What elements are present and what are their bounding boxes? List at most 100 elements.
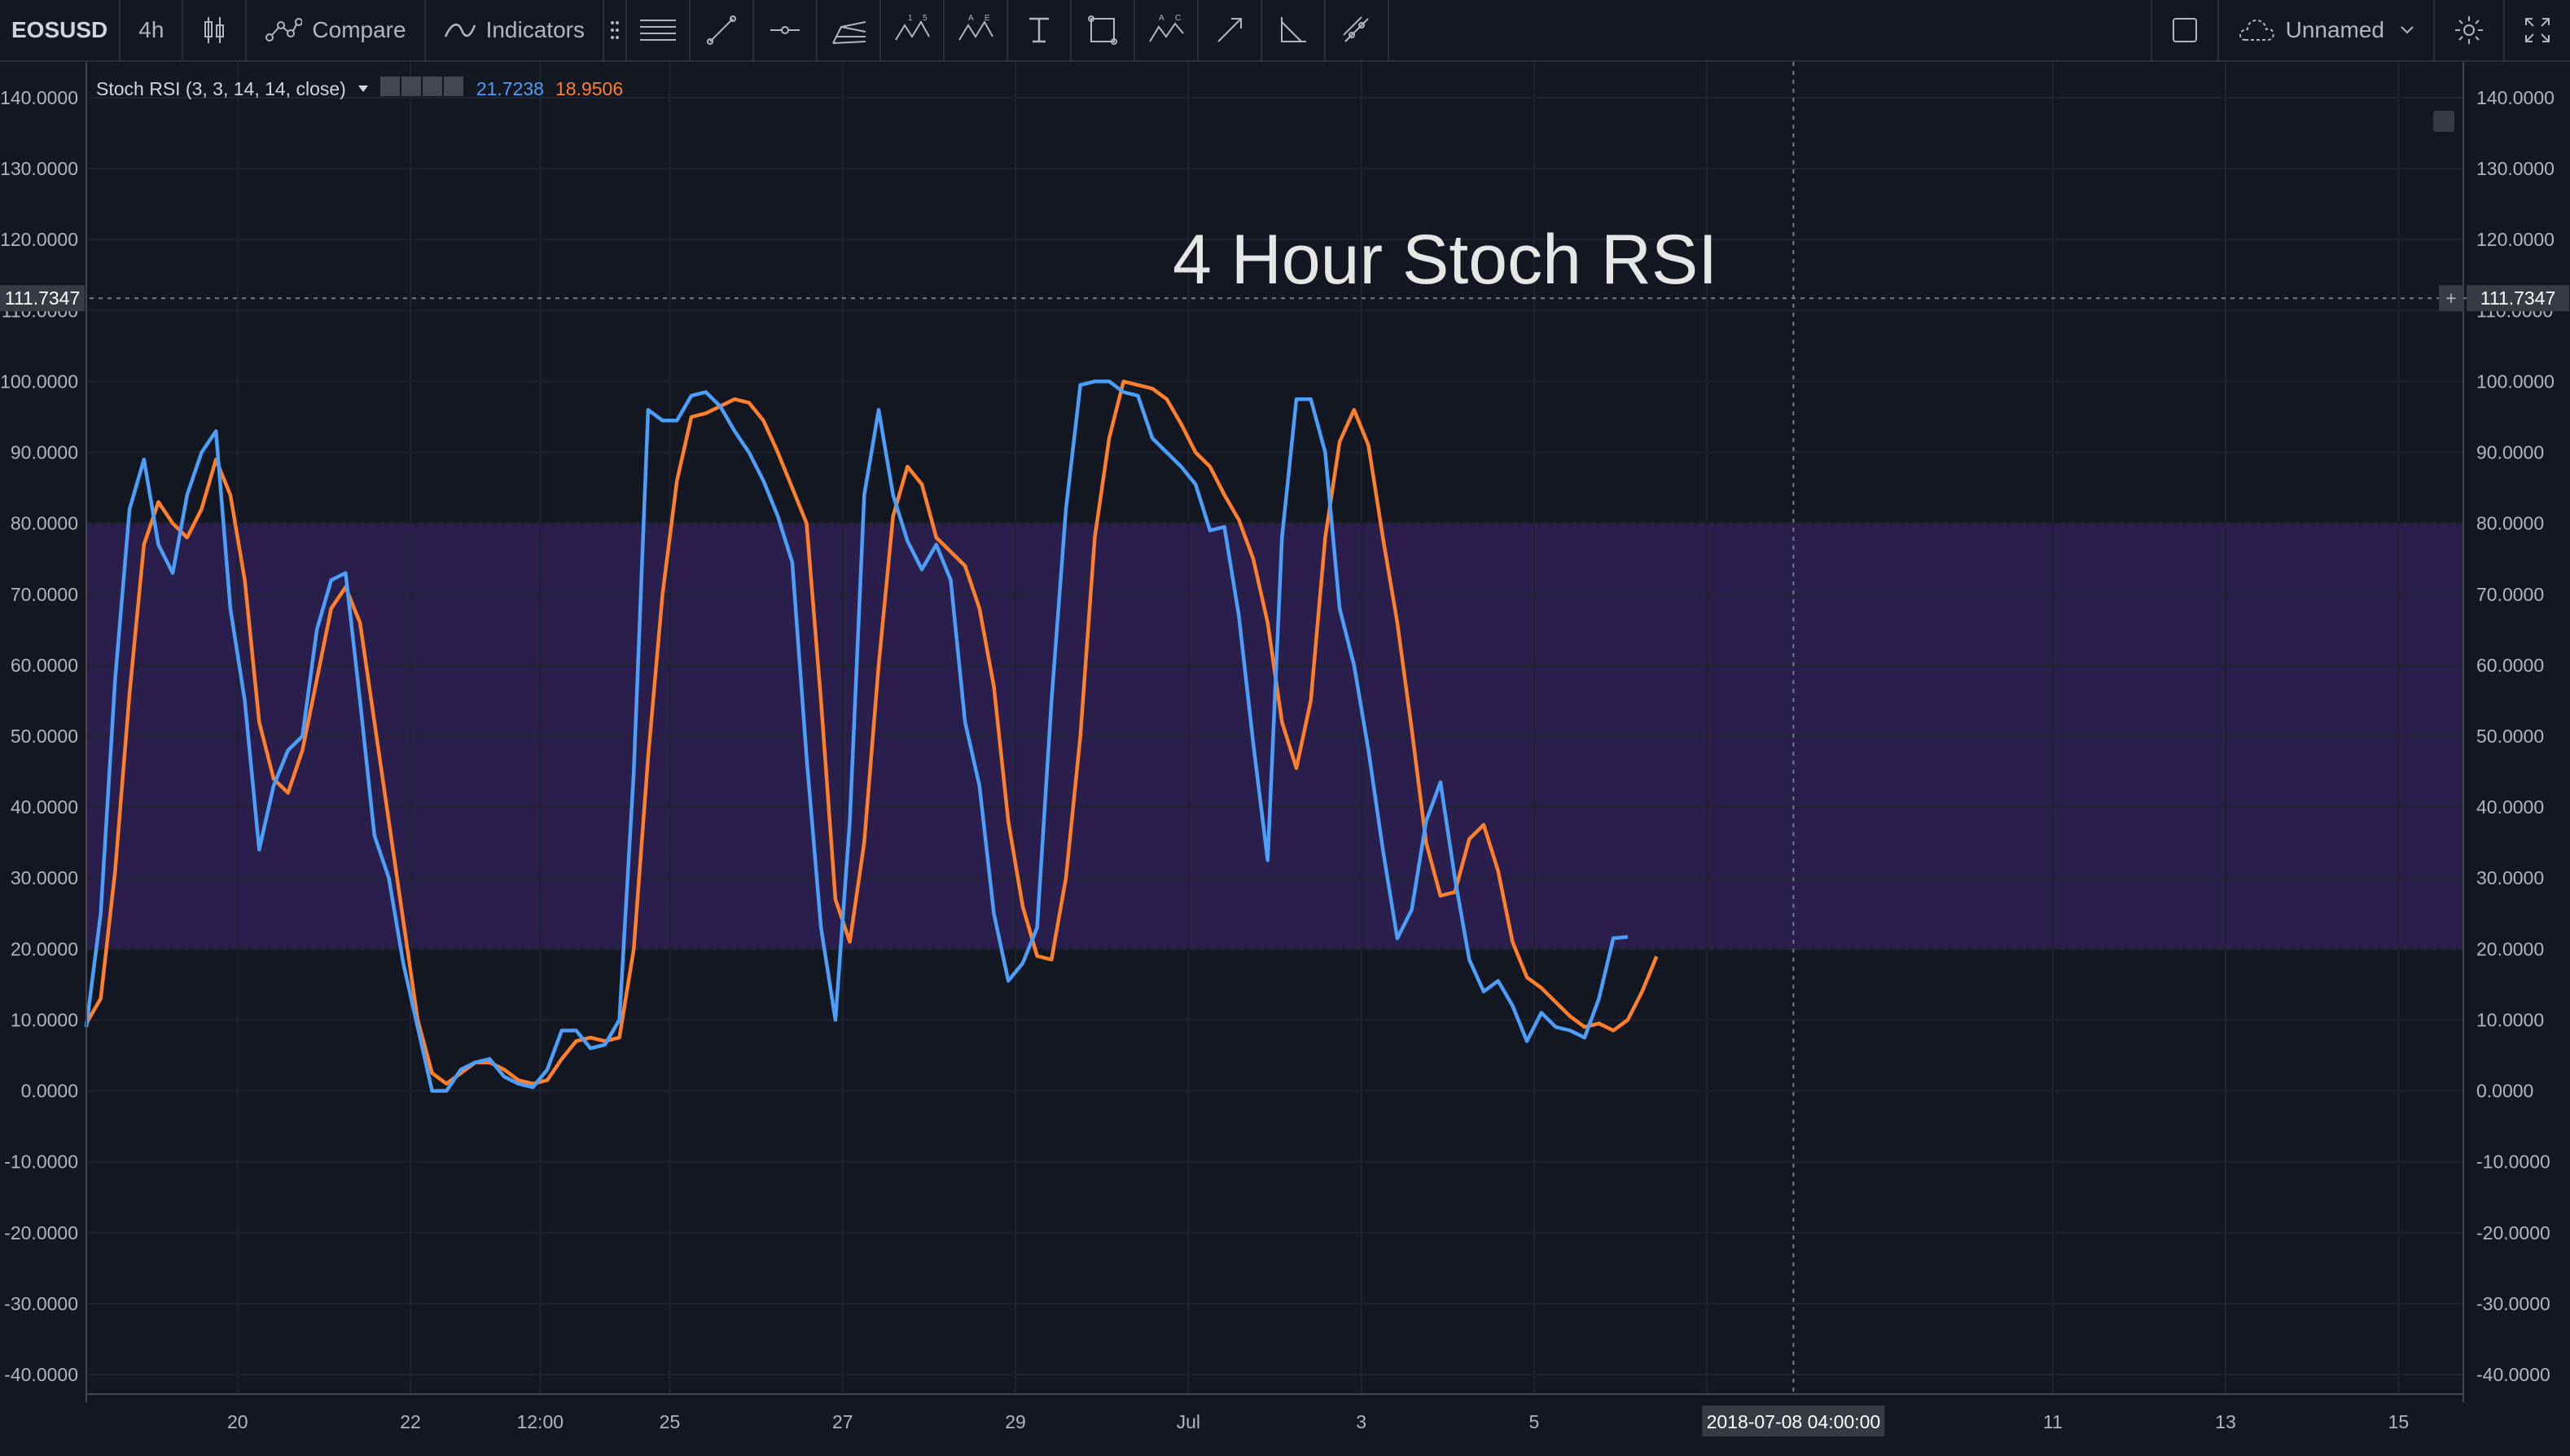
measure-tool[interactable] — [1326, 0, 1389, 60]
horizontal-lines-icon — [639, 20, 676, 41]
select-area-button[interactable] — [2150, 0, 2219, 60]
chevron-down-icon[interactable] — [357, 85, 369, 93]
arrow-tool[interactable] — [1199, 0, 1262, 60]
y-tick-label-right: 10.0000 — [2476, 1009, 2544, 1030]
eye-icon[interactable] — [379, 77, 400, 96]
svg-text:5: 5 — [923, 14, 928, 23]
x-tick-label: 15 — [2388, 1411, 2410, 1432]
y-tick-label-right: 80.0000 — [2476, 513, 2544, 534]
abcd-pattern-tool[interactable]: 15 — [881, 0, 945, 60]
horizontal-ray-tool[interactable] — [754, 0, 818, 60]
measure-icon — [1343, 16, 1369, 42]
y-tick-label-left: -10.0000 — [4, 1151, 78, 1173]
text-tool-icon — [1028, 17, 1049, 43]
layout-name-label: Unnamed — [2285, 17, 2384, 42]
y-tick-label-right: 0.0000 — [2476, 1081, 2533, 1102]
interval-label: 4h — [138, 17, 164, 42]
y-tick-label-left: 40.0000 — [11, 796, 78, 818]
y-tick-label-right: 100.0000 — [2476, 371, 2555, 392]
y-tick-label-right: 40.0000 — [2476, 796, 2544, 818]
y-tick-label-left: 100.0000 — [0, 371, 78, 392]
svg-text:A: A — [1159, 14, 1164, 23]
xabcd-pattern-tool[interactable]: AE — [945, 0, 1008, 60]
text-tool[interactable] — [1008, 0, 1072, 60]
y-tick-label-right: -20.0000 — [2476, 1222, 2550, 1243]
chart-title: 4 Hour Stoch RSI — [1173, 221, 1718, 299]
chart-style-button[interactable] — [183, 0, 248, 60]
rectangle-icon — [1087, 15, 1117, 45]
x-tick-label: 20 — [227, 1411, 248, 1432]
elliott-wave-icon: AC — [1149, 14, 1184, 42]
layout-button[interactable]: Unnamed — [2219, 0, 2435, 60]
trend-line-icon — [706, 15, 736, 45]
svg-text:E: E — [985, 14, 990, 23]
y-tick-label-left: -40.0000 — [4, 1364, 78, 1385]
elliott-wave-tool[interactable]: AC — [1135, 0, 1199, 60]
cloud-icon — [2239, 19, 2274, 41]
stoch-k-value: 21.7238 — [476, 77, 544, 99]
angle-icon — [1280, 17, 1306, 42]
square-icon — [2172, 18, 2197, 42]
drag-handle[interactable] — [604, 0, 627, 60]
symbol-search-button[interactable]: EOSUSD — [0, 0, 121, 60]
crosshair-price-right: 111.7347 — [2480, 287, 2556, 309]
indicator-legend[interactable]: Stoch RSI (3, 3, 14, 14, close) 21.7238 … — [96, 77, 623, 101]
y-tick-label-left: -30.0000 — [4, 1293, 78, 1314]
gear-icon — [2455, 16, 2483, 44]
y-tick-label-right: -30.0000 — [2476, 1293, 2550, 1314]
y-tick-label-right: 30.0000 — [2476, 867, 2544, 888]
x-tick-label: Jul — [1177, 1411, 1200, 1432]
svg-text:C: C — [1175, 14, 1181, 23]
y-tick-label-left: 10.0000 — [11, 1009, 78, 1030]
pitchfork-tool[interactable] — [818, 0, 881, 60]
indicator-name: Stoch RSI (3, 3, 14, 14, close) — [96, 77, 346, 99]
pitchfork-icon — [832, 21, 866, 44]
y-tick-label-left: 130.0000 — [0, 158, 78, 179]
y-tick-label-right: 70.0000 — [2476, 584, 2544, 605]
plus-icon[interactable] — [422, 77, 442, 96]
scale-toggle-icon — [2433, 111, 2454, 132]
horizontal-lines-tool[interactable] — [627, 0, 691, 60]
x-tick-label: 13 — [2215, 1411, 2236, 1432]
svg-text:1: 1 — [908, 14, 913, 23]
y-tick-label-right: -40.0000 — [2476, 1364, 2550, 1385]
chevron-down-icon — [2401, 26, 2414, 34]
y-tick-label-left: 20.0000 — [11, 938, 78, 959]
crosshair-price-left: 111.7347 — [5, 287, 81, 309]
xabcd-pattern-icon: AE — [958, 14, 993, 41]
stoch-d-value: 18.9506 — [555, 77, 624, 99]
x-tick-label: 27 — [832, 1411, 853, 1432]
y-tick-label-left: 60.0000 — [11, 655, 78, 676]
y-tick-label-left: 30.0000 — [11, 867, 78, 888]
x-tick-label: 22 — [400, 1411, 421, 1432]
plus-icon: + — [2445, 287, 2456, 309]
drag-handle-icon — [610, 21, 619, 39]
x-tick-label: 12:00 — [516, 1411, 564, 1432]
y-tick-label-right: -10.0000 — [2476, 1151, 2550, 1173]
y-tick-label-right: 130.0000 — [2476, 158, 2555, 179]
interval-button[interactable]: 4h — [121, 0, 184, 60]
compare-button[interactable]: Compare — [247, 0, 426, 60]
settings-button[interactable] — [2435, 0, 2505, 60]
y-tick-label-left: 90.0000 — [11, 442, 78, 463]
horizontal-ray-icon — [770, 26, 800, 34]
x-tick-label: 5 — [1529, 1411, 1540, 1432]
legend-action-buttons[interactable] — [379, 77, 465, 101]
y-tick-label-left: 120.0000 — [0, 229, 78, 250]
indicators-label: Indicators — [485, 17, 585, 42]
abcd-pattern-icon: 15 — [895, 14, 930, 41]
symbol-label: EOSUSD — [11, 17, 108, 42]
angle-tool[interactable] — [1262, 0, 1326, 60]
rectangle-tool[interactable] — [1072, 0, 1135, 60]
svg-text:A: A — [968, 14, 974, 23]
fullscreen-icon — [2525, 18, 2550, 42]
indicators-button[interactable]: Indicators — [426, 0, 604, 60]
trend-line-tool[interactable] — [691, 0, 754, 60]
gear-icon[interactable] — [401, 77, 421, 96]
x-tick-label: 25 — [660, 1411, 681, 1432]
close-icon[interactable] — [443, 77, 463, 96]
y-tick-label-right: 60.0000 — [2476, 655, 2544, 676]
crosshair-time-label: 2018-07-08 04:00:00 — [1707, 1411, 1881, 1432]
y-tick-label-left: -20.0000 — [4, 1222, 78, 1243]
fullscreen-button[interactable] — [2505, 0, 2570, 60]
